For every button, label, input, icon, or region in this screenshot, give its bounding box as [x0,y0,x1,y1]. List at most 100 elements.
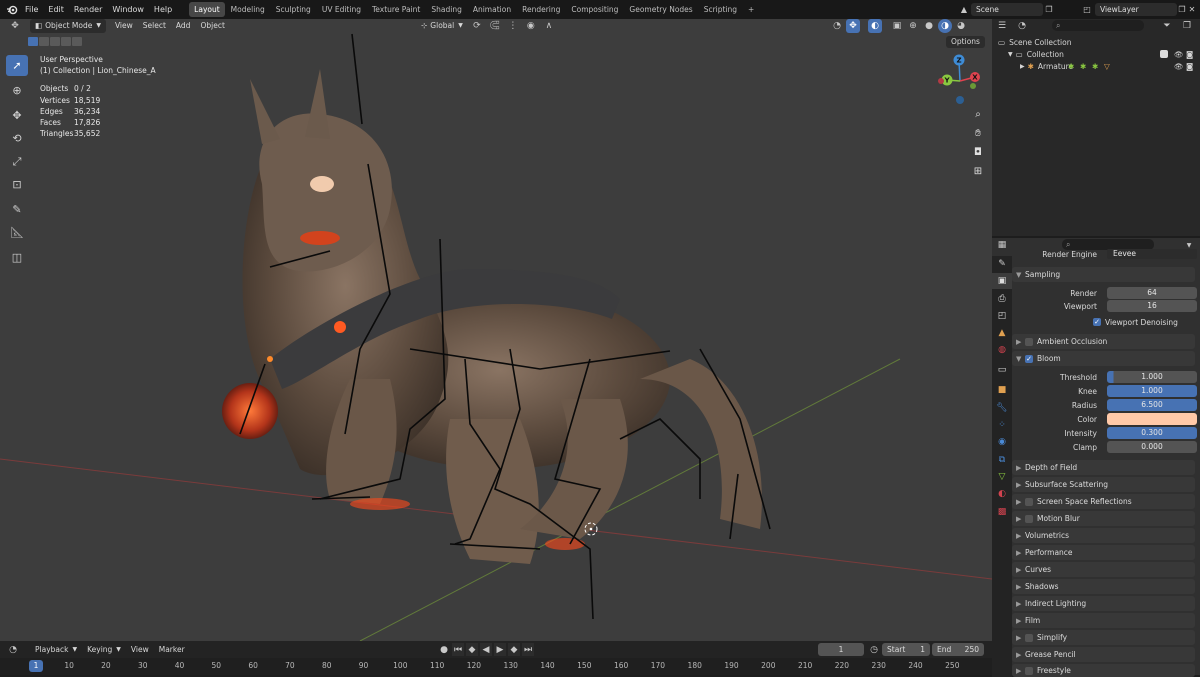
jump-end-icon[interactable]: ⏭︎ [522,643,534,656]
select-subtract-icon[interactable] [50,37,60,46]
new-view-layer-icon[interactable]: ❐ [1177,3,1187,16]
add-workspace-button[interactable]: + [743,2,759,17]
scale-tool-icon[interactable]: ⤢ [6,151,28,172]
tab-sculpting[interactable]: Sculpting [271,2,316,17]
frame-ruler[interactable]: 1 10 20 30 40 50 60 70 80 90 100 110 120 130 140 150 16… [0,658,992,675]
expand-icon[interactable]: ▼ [1008,51,1013,58]
tree-row-armature[interactable]: ▶ ✱ Armature ✱ ✱ ✱ ▽ 👁︎ ◙ [1020,60,1200,72]
zoom-icon[interactable]: ⌕ [968,105,988,123]
current-frame-field[interactable]: 1 [818,643,864,656]
ambient-occlusion-panel-header[interactable]: ▶ Ambient Occlusion [1012,334,1195,349]
menu-view[interactable]: View [126,643,154,657]
new-collection-icon[interactable]: ❐ [1180,19,1194,33]
particles-tab-icon[interactable]: ⁘ [992,417,1012,433]
constraints-tab-icon[interactable]: ⧉ [992,452,1012,468]
prev-key-icon[interactable]: ◆ [466,643,478,656]
gizmo-toggle-icon[interactable]: ✥ [846,19,860,33]
motion-blur-panel-header[interactable]: ▶ Motion Blur [1012,511,1195,526]
simplify-panel-header[interactable]: ▶ Simplify [1012,630,1195,645]
menu-file[interactable]: File [20,0,43,19]
pivot-icon[interactable]: ⟳ [470,19,484,33]
freestyle-checkbox[interactable] [1025,666,1033,675]
texture-tab-icon[interactable]: ▩ [992,504,1012,520]
sampling-panel-header[interactable]: ▼ Sampling [1012,267,1195,282]
menu-object[interactable]: Object [195,19,229,33]
options-button[interactable]: Options [946,36,985,48]
ssr-panel-header[interactable]: ▶ Screen Space Reflections [1012,494,1195,509]
outliner-editor-icon[interactable]: ☰ [992,19,1012,33]
render-engine-select[interactable]: Eevee [1107,249,1197,259]
collection-tab-icon[interactable]: ▭ [992,362,1012,378]
tab-modeling[interactable]: Modeling [226,2,270,17]
eye-icon[interactable]: 👁︎ [1174,62,1184,71]
bloom-panel-header[interactable]: ▼ ✓ Bloom [1012,351,1195,366]
material-tab-icon[interactable]: ◐ [992,486,1012,502]
select-extend-icon[interactable] [39,37,49,46]
view-layer-selector[interactable]: ◰ ViewLayer ❐ ✕ [1079,3,1197,16]
3d-viewport[interactable]: ✥ ◧ Object Mode ▼ View Select Add Object… [0,19,992,641]
tab-rendering[interactable]: Rendering [517,2,565,17]
stopwatch-icon[interactable]: ◷ [867,643,881,656]
film-panel-header[interactable]: ▶ Film [1012,613,1195,628]
curves-panel-header[interactable]: ▶ Curves [1012,562,1195,577]
start-frame-field[interactable]: Start 1 [882,643,930,656]
material-shading-icon[interactable]: ◑ [938,19,952,33]
add-cube-tool-icon[interactable]: ◫ [6,247,28,268]
new-scene-icon[interactable]: ❐ [1043,3,1055,16]
playhead[interactable]: 1 [29,660,43,672]
subsurface-scattering-panel-header[interactable]: ▶ Subsurface Scattering [1012,477,1195,492]
grease-pencil-panel-header[interactable]: ▶ Grease Pencil [1012,647,1195,662]
camera-render-icon[interactable]: ◙ [1186,62,1193,71]
modifier-tab-icon[interactable]: 🔧︎ [992,400,1012,416]
editor-type-icon[interactable]: ✥ [4,19,26,33]
menu-select[interactable]: Select [138,19,171,33]
proportional-edit-icon[interactable]: ◉ [524,19,538,33]
viewport-denoising-checkbox[interactable]: ✓ Viewport Denoising [1093,318,1178,327]
bloom-checkbox[interactable]: ✓ [1025,354,1033,363]
orientation-selector[interactable]: ⊹ Global ▼ [418,19,466,33]
tool-tab-icon[interactable]: ✎ [992,256,1012,272]
display-mode-icon[interactable]: ◔ [1012,19,1032,33]
cursor-tool-icon[interactable]: ⊕ [6,80,28,101]
menu-add[interactable]: Add [171,19,196,33]
solid-shading-icon[interactable]: ● [922,19,936,33]
rotate-tool-icon[interactable]: ⟲ [6,128,28,149]
properties-editor-icon[interactable]: ▦ [992,238,1012,252]
menu-view[interactable]: View [110,19,138,33]
volumetrics-panel-header[interactable]: ▶ Volumetrics [1012,528,1195,543]
eye-icon[interactable]: 👁︎ [1174,50,1184,59]
camera-render-icon[interactable]: ◙ [1186,50,1193,59]
tab-animation[interactable]: Animation [468,2,516,17]
ambient-occlusion-checkbox[interactable] [1025,337,1033,346]
menu-render[interactable]: Render [69,0,107,19]
blender-logo-icon[interactable] [4,3,20,17]
viewport-samples-field[interactable]: 16 [1107,300,1197,312]
threshold-slider[interactable]: 1.000 [1107,371,1197,383]
view-layer-field[interactable]: ViewLayer [1095,3,1177,16]
play-reverse-icon[interactable]: ◀ [480,643,492,656]
clamp-field[interactable]: 0.000 [1107,441,1197,453]
tab-geometry-nodes[interactable]: Geometry Nodes [624,2,697,17]
measure-tool-icon[interactable]: 📐︎ [6,222,28,243]
snap-icon[interactable]: 🧲︎ [488,19,502,33]
radius-slider[interactable]: 6.500 [1107,399,1197,411]
indirect-lighting-panel-header[interactable]: ▶ Indirect Lighting [1012,596,1195,611]
record-icon[interactable]: ● [438,643,450,656]
include-checkbox-icon[interactable] [1160,50,1168,58]
falloff-icon[interactable]: ∧ [542,19,556,33]
rendered-shading-icon[interactable]: ◕ [954,19,968,33]
end-frame-field[interactable]: End 250 [932,643,984,656]
depth-of-field-panel-header[interactable]: ▶ Depth of Field [1012,460,1195,475]
knee-slider[interactable]: 1.000 [1107,385,1197,397]
menu-playback[interactable]: Playback ▼ [30,643,82,657]
intensity-slider[interactable]: 0.300 [1107,427,1197,439]
snap-target-icon[interactable]: ⋮ [506,19,520,33]
view-layer-tab-icon[interactable]: ◰ [992,308,1012,324]
scene-tab-icon[interactable]: ▲ [992,325,1012,341]
scene-name-field[interactable]: Scene [971,3,1043,16]
expand-icon[interactable]: ▶ [1020,63,1025,70]
shadows-panel-header[interactable]: ▶ Shadows [1012,579,1195,594]
performance-panel-header[interactable]: ▶ Performance [1012,545,1195,560]
overlay-toggle-icon[interactable]: ◐ [868,19,882,33]
simplify-checkbox[interactable] [1025,633,1033,642]
